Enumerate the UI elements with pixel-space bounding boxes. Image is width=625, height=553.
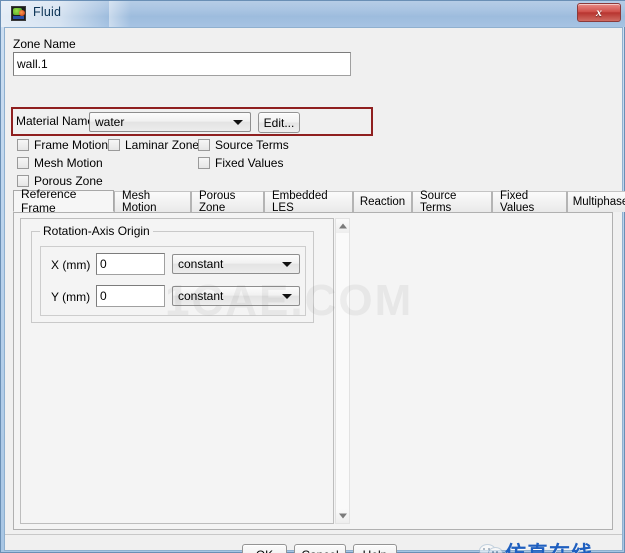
axis-origin-x-label: X (mm) [51,258,91,272]
reference-frame-scrollbar[interactable] [335,218,350,524]
help-button[interactable]: Help [353,544,397,553]
tab-label: Mesh Motion [122,190,157,214]
tab-fixed-values[interactable]: Fixed Values [492,190,567,214]
material-name-label: Material Name [16,114,95,128]
dialog-body: Zone Name Material Name water Edit... Fr… [5,28,625,553]
axis-origin-y-label: Y (mm) [51,290,91,304]
checkbox-box-icon [198,139,210,151]
wechat-icon [479,541,503,553]
tab-mesh-motion[interactable]: Mesh Motion [114,190,191,214]
checkbox-frame-motion[interactable]: Frame Motion [17,138,108,152]
axis-origin-x-method-value: constant [178,257,224,271]
button-bar-separator [5,534,622,535]
checkbox-box-icon [17,139,29,151]
rotation-axis-fields-frame: X (mm) constant Y (mm) constant [40,246,306,316]
tab-label: Multiphase [572,196,625,208]
checkbox-box-icon [17,157,29,169]
checkbox-label: Fixed Values [215,156,284,170]
tab-source-terms[interactable]: Source Terms [412,190,492,214]
tab-embedded-les[interactable]: Embedded LES [264,190,353,214]
reference-frame-scroll-area: Rotation-Axis Origin X (mm) constant Y (mm… [20,218,334,524]
fluent-app-icon [11,6,26,21]
chat-bubble-large [479,544,496,553]
tab-reference-frame[interactable]: Reference Frame [13,187,114,215]
checkbox-laminar-zone[interactable]: Laminar Zone [108,138,199,152]
tab-label: Fixed Values [500,190,535,214]
checkbox-porous-zone[interactable]: Porous Zone [17,174,103,188]
tab-content-panel: Rotation-Axis Origin X (mm) constant Y (mm… [13,212,613,530]
checkbox-fixed-values[interactable]: Fixed Values [198,156,283,170]
cancel-button[interactable]: Cancel [294,544,346,553]
tab-porous-zone[interactable]: Porous Zone [191,190,264,214]
axis-origin-y-input[interactable] [96,285,165,307]
title-bar: Fluid x [1,1,625,27]
window-title: Fluid [33,5,62,19]
checkbox-label: Mesh Motion [34,156,103,170]
screenshot-root: Fluid x Zone Name Material Name water Ed… [0,0,625,553]
zone-name-label: Zone Name [13,37,76,51]
chevron-down-icon [282,262,292,267]
tab-multiphase[interactable]: Multiphase [567,191,625,212]
triangle-up-icon [338,223,347,229]
checkbox-box-icon [17,175,29,187]
triangle-down-icon [338,513,347,519]
chevron-down-icon [233,120,243,125]
checkbox-label: Porous Zone [34,174,103,188]
zone-name-input[interactable] [13,52,351,76]
checkbox-label: Laminar Zone [125,138,200,152]
checkbox-mesh-motion[interactable]: Mesh Motion [17,156,103,170]
checkbox-source-terms[interactable]: Source Terms [198,138,289,152]
axis-origin-x-input[interactable] [96,253,165,275]
axis-origin-y-method-value: constant [178,289,224,303]
checkbox-box-icon [108,139,120,151]
rotation-axis-origin-group: Rotation-Axis Origin X (mm) constant Y (mm… [31,224,314,323]
tab-label: Reference Frame [21,187,77,215]
axis-origin-y-method-dropdown[interactable]: constant [172,286,300,306]
tab-label: Embedded LES [272,190,328,214]
settings-tab-bar: Reference Frame Mesh Motion Porous Zone Emb… [13,187,625,215]
checkbox-label: Source Terms [215,138,289,152]
tab-label: Porous Zone [199,190,236,214]
tab-label: Reaction [359,196,406,208]
fluid-dialog-window: Fluid x Zone Name Material Name water Ed… [0,0,625,553]
tab-reaction[interactable]: Reaction [353,191,412,212]
close-icon: x [596,5,602,19]
material-name-dropdown[interactable]: water [89,112,251,132]
checkbox-box-icon [198,157,210,169]
scroll-down-button[interactable] [336,509,349,523]
bubble-dot [483,548,485,550]
tab-label: Source Terms [420,190,457,214]
scroll-up-button[interactable] [336,219,349,233]
chevron-down-icon [282,294,292,299]
bubble-dot [488,548,490,550]
edit-material-button[interactable]: Edit... [258,112,300,133]
title-bar-sheen-fade [109,1,131,27]
ok-button[interactable]: OK [242,544,287,553]
scrollbar-track[interactable] [336,233,349,509]
axis-origin-x-method-dropdown[interactable]: constant [172,254,300,274]
checkbox-label: Frame Motion [34,138,109,152]
rotation-axis-origin-title: Rotation-Axis Origin [40,224,153,238]
app-icon-blue-bar [13,16,24,19]
close-button[interactable]: x [577,3,621,22]
material-name-value: water [95,115,125,129]
